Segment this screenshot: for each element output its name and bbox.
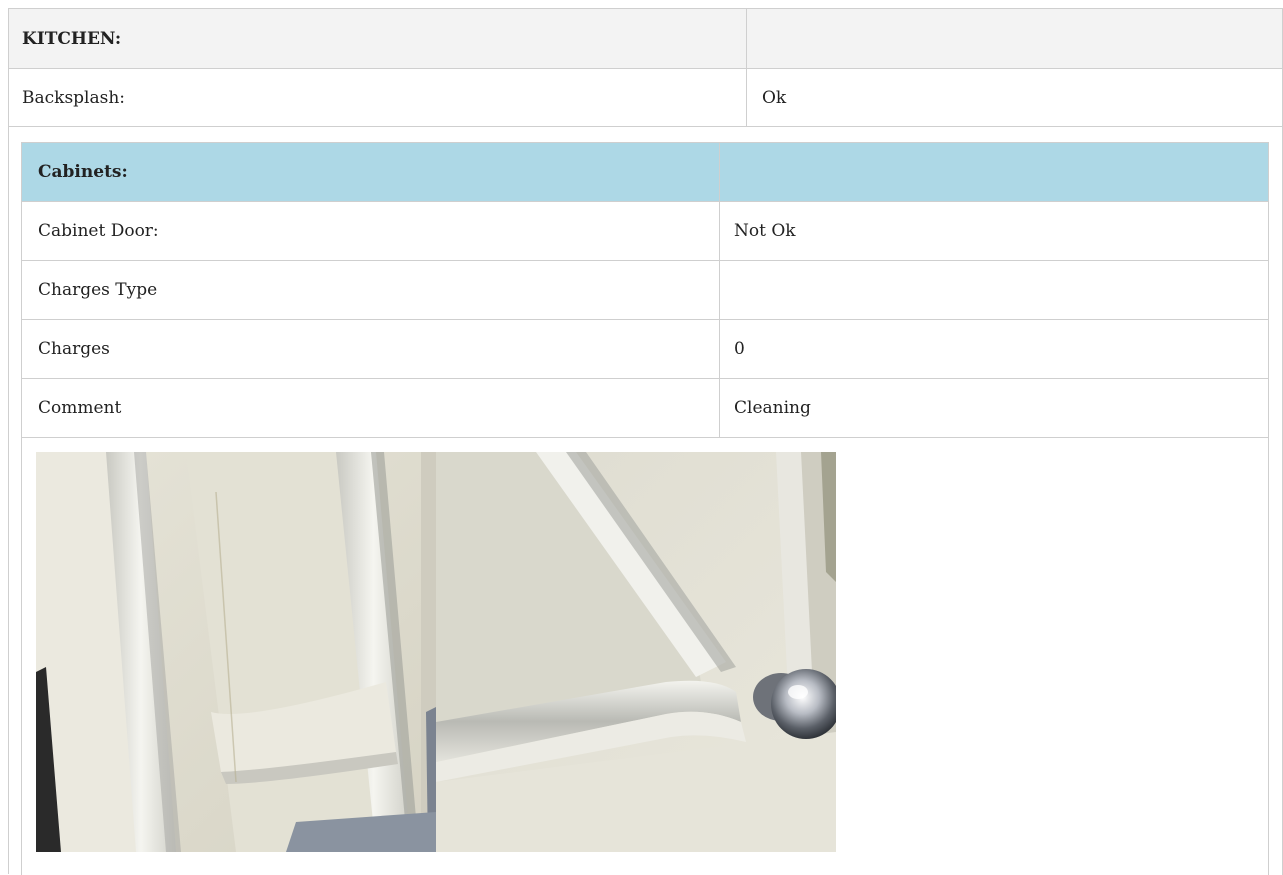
kitchen-header-row: KITCHEN: [9,9,1283,69]
cabinet-door-photo[interactable] [36,452,436,852]
comment-label: Comment [22,379,720,437]
cabinets-title-value [720,143,1269,201]
backsplash-label: Backsplash: [9,69,747,126]
cabinets-section: Cabinets: Cabinet Door: Not Ok Charges T… [9,127,1283,875]
charges-value: 0 [720,320,1269,378]
inspection-table: KITCHEN: Backsplash: Ok Cabinets: Cabine… [8,8,1283,875]
table-row: Charges 0 [22,320,1269,379]
backsplash-row: Backsplash: Ok [9,69,1283,127]
kitchen-title: KITCHEN: [9,9,747,68]
comment-value: Cleaning [720,379,1269,437]
charges-type-label: Charges Type [22,261,720,319]
table-row: Comment Cleaning [22,379,1269,438]
cabinets-title: Cabinets: [22,143,720,201]
photo-gallery [21,437,1269,875]
cabinet-door-label: Cabinet Door: [22,202,720,260]
cabinets-header-row: Cabinets: [22,143,1269,202]
cabinet-door-knob-photo[interactable] [436,452,836,852]
kitchen-title-value [747,9,1283,68]
table-row: Cabinet Door: Not Ok [22,202,1269,261]
charges-label: Charges [22,320,720,378]
charges-type-value [720,261,1269,319]
table-row: Charges Type [22,261,1269,320]
cabinets-table: Cabinets: Cabinet Door: Not Ok Charges T… [21,142,1269,438]
backsplash-value: Ok [747,69,1283,126]
cabinet-door-value: Not Ok [720,202,1269,260]
